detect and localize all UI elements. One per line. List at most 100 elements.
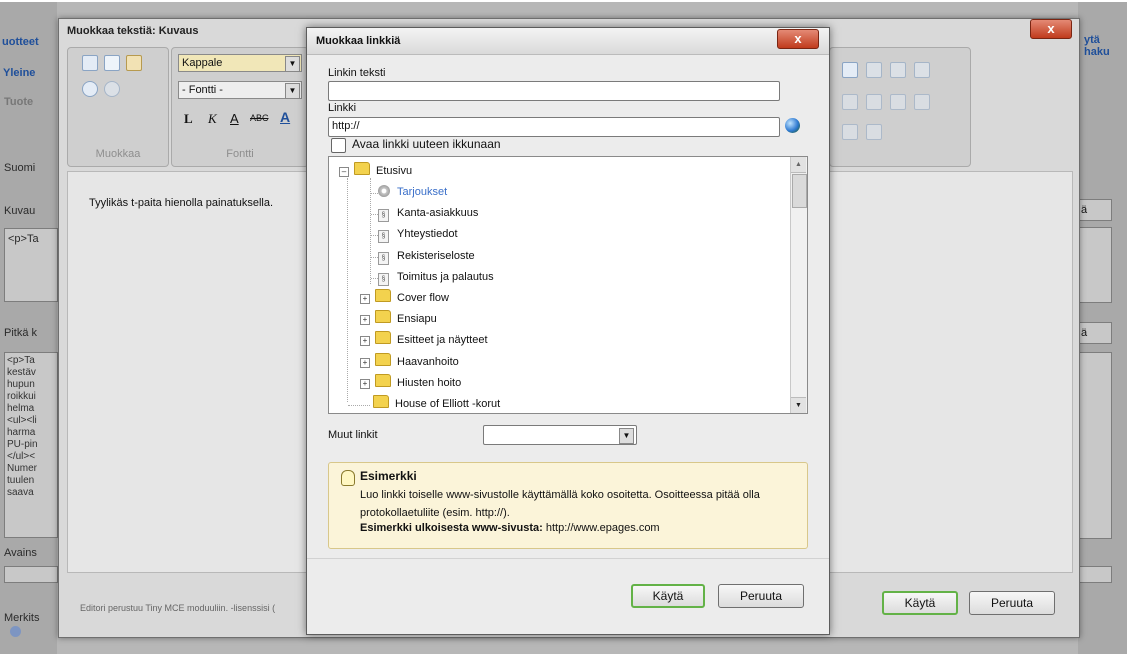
font-select-value: - Fontti - <box>182 84 223 96</box>
folder-icon <box>375 289 391 302</box>
expand-icon[interactable]: + <box>360 357 370 368</box>
dialog-title: Muokkaa linkkiä <box>316 35 401 47</box>
background-long-description-line: helma <box>7 403 35 414</box>
row-delete-icon[interactable] <box>890 94 906 110</box>
tree-item[interactable]: House of Elliott -korut <box>373 394 501 413</box>
column-insert-icon[interactable] <box>866 94 882 110</box>
editor-apply-label: Käytä <box>904 596 936 610</box>
tree-item[interactable]: + Hiusten hoito <box>360 373 461 394</box>
toolbar-group-edit-label: Muokkaa <box>95 148 141 160</box>
background-keywords-field[interactable] <box>4 566 58 583</box>
paste-icon[interactable] <box>104 55 120 71</box>
toolbar-group-table <box>829 47 971 167</box>
top-edge <box>0 0 1127 2</box>
tree-item-label: Tarjoukset <box>397 186 448 198</box>
dialog-apply-label: Käytä <box>652 589 684 603</box>
tree-item[interactable]: + Ensiapu <box>360 309 437 330</box>
dialog-apply-button[interactable]: Käytä <box>631 584 705 608</box>
tree-item-root[interactable]: – Etusivu <box>339 161 412 182</box>
editor-cancel-button[interactable]: Peruuta <box>969 591 1055 615</box>
editor-apply-button[interactable]: Käytä <box>882 591 958 615</box>
background-right-button-1[interactable]: ä <box>1078 199 1112 221</box>
globe-icon[interactable] <box>785 118 800 133</box>
table-edit-icon[interactable] <box>866 62 882 78</box>
background-marks-label: Merkits <box>4 612 40 624</box>
folder-icon <box>375 331 391 345</box>
background-search-link[interactable]: ytä haku <box>1084 34 1127 58</box>
scroll-up-icon[interactable]: ▲ <box>791 157 806 173</box>
dialog-cancel-button[interactable]: Peruuta <box>718 584 804 608</box>
column-delete-icon[interactable] <box>914 94 930 110</box>
tree-item-label: Yhteystiedot <box>397 228 458 241</box>
toolbar-group-edit: Muokkaa <box>67 47 169 167</box>
other-links-select[interactable]: ▼ <box>483 425 637 445</box>
example-external-label: Esimerkki ulkoisesta www-sivusta: <box>360 522 543 534</box>
paste-word-icon[interactable] <box>126 55 142 71</box>
table-cell-icon[interactable] <box>890 62 906 78</box>
format-select-value: Kappale <box>182 57 223 69</box>
background-long-description-line: <ul><li <box>7 415 37 426</box>
background-right-button-2[interactable]: ä <box>1078 322 1112 344</box>
table-icon[interactable] <box>842 62 858 78</box>
format-select[interactable]: Kappale ▼ <box>178 54 302 72</box>
chevron-down-icon: ▼ <box>285 56 300 72</box>
tree-item[interactable]: § Kanta-asiakkuus <box>378 203 478 224</box>
underline-button[interactable]: A <box>230 111 239 126</box>
tree-item[interactable]: § Rekisteriseloste <box>378 246 475 267</box>
expand-icon[interactable]: + <box>360 336 370 347</box>
tree-item[interactable]: § Yhteystiedot <box>378 224 458 245</box>
expand-icon[interactable]: + <box>360 315 370 326</box>
tree-item-label: Etusivu <box>376 165 413 177</box>
collapse-icon[interactable]: – <box>339 167 349 177</box>
page-icon: § <box>378 209 389 223</box>
tree-item[interactable]: Tarjoukset <box>378 182 447 203</box>
tree-item-label: House of Elliott -korut <box>395 398 501 410</box>
new-window-checkbox[interactable] <box>331 138 346 153</box>
bold-button[interactable]: L <box>184 111 193 127</box>
scroll-thumb[interactable] <box>792 174 807 208</box>
background-long-description-text: <p>Ta kestäv hupun roikkui helma <ul><li harma… <box>7 355 38 499</box>
background-long-description-label: Pitkä k <box>4 327 38 339</box>
example-external-value: http://www.epages.com <box>545 522 660 534</box>
tree-scrollbar[interactable]: ▲ ▼ <box>790 157 807 413</box>
background-long-description-line: </ul>< <box>7 451 36 462</box>
table-delete-icon[interactable] <box>914 62 930 78</box>
tree-item[interactable]: + Haavanhoito <box>360 352 459 373</box>
link-text-label: Linkin teksti <box>328 67 386 79</box>
font-color-button[interactable]: A <box>280 109 290 125</box>
tree-item[interactable]: + Cover flow <box>360 288 449 309</box>
background-products-link[interactable]: uotteet <box>2 36 39 48</box>
example-body: Luo linkki toiselle www-sivustolle käytt… <box>360 489 760 519</box>
paste-text-icon[interactable] <box>82 55 98 71</box>
expand-icon[interactable]: + <box>360 378 370 389</box>
tree-item-label: Esitteet ja näytteet <box>397 334 488 347</box>
site-tree[interactable]: – Etusivu Tarjoukset § Kanta-asiakkuus § Yhte… <box>328 156 808 414</box>
tree-item[interactable]: § Toimitus ja palautus <box>378 267 494 288</box>
background-description-field[interactable]: <p>Ta <box>4 228 58 302</box>
split-cells-icon[interactable] <box>866 124 882 140</box>
tree-item[interactable]: + Esitteet ja näytteet <box>360 330 488 351</box>
info-icon[interactable] <box>10 626 21 637</box>
tree-guide-line <box>371 193 378 194</box>
background-tab-products[interactable]: Tuote <box>4 96 33 108</box>
italic-button[interactable]: K <box>208 111 217 127</box>
folder-icon <box>354 162 370 175</box>
row-insert-icon[interactable] <box>842 94 858 110</box>
background-language-label: Suomi <box>4 162 36 174</box>
tree-guide-line <box>371 235 378 237</box>
dialog-close-button[interactable]: x <box>777 29 819 49</box>
strikethrough-button[interactable]: ABC <box>250 113 269 123</box>
link-text-input[interactable] <box>328 81 780 101</box>
undo-icon[interactable] <box>82 81 98 97</box>
merge-cells-icon[interactable] <box>842 124 858 140</box>
background-tab-general[interactable]: Yleine <box>3 67 35 79</box>
expand-icon[interactable]: + <box>360 294 370 304</box>
background-right-button-1-label: ä <box>1081 204 1088 216</box>
font-select[interactable]: - Fontti - ▼ <box>178 81 302 99</box>
editor-close-button[interactable]: x <box>1030 19 1072 39</box>
link-url-input[interactable]: http:// <box>328 117 780 137</box>
background-long-description-field[interactable]: <p>Ta kestäv hupun roikkui helma <ul><li harma… <box>4 352 58 538</box>
scroll-down-icon[interactable]: ▼ <box>791 397 806 413</box>
redo-icon[interactable] <box>104 81 120 97</box>
background-long-description-line: PU-pin <box>7 439 38 450</box>
